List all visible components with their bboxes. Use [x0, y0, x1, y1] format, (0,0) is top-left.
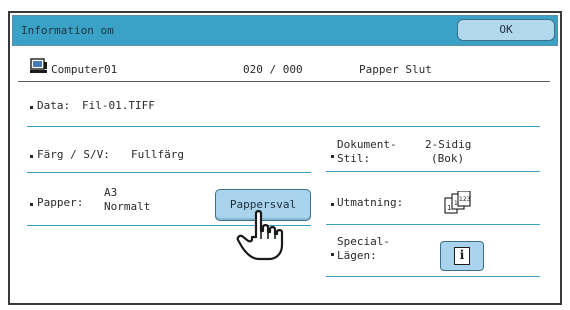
divider — [27, 172, 311, 173]
svg-text:1: 1 — [447, 204, 451, 212]
computer-icon — [30, 58, 47, 73]
color-mode-value: Fullfärg — [131, 148, 184, 161]
bullet — [30, 106, 33, 109]
divider — [27, 126, 540, 127]
output-label: Utmatning: — [337, 196, 404, 209]
divider — [326, 171, 540, 172]
special-modes-label-line1: Special- — [337, 235, 390, 248]
info-icon: i — [454, 247, 470, 265]
document-style-label-line1: Dokument- — [337, 138, 397, 151]
special-modes-info-button[interactable]: i — [440, 241, 484, 271]
job-count: 020 / 000 — [243, 63, 303, 76]
ok-button[interactable]: OK — [457, 19, 555, 41]
document-style-value-line2: (Bok) — [431, 152, 465, 165]
dialog-title: Information om — [21, 24, 114, 37]
status-message: Papper Slut — [359, 63, 432, 76]
paper-label: Papper: — [37, 196, 84, 209]
paper-type: Normalt — [104, 200, 151, 213]
divider — [326, 224, 540, 225]
output-sort-icon: 1 12 123 — [444, 191, 471, 214]
hand-pointer-icon — [236, 210, 284, 261]
title-bar: Information om OK — [12, 15, 558, 46]
document-style-label-line2: Stil: — [337, 152, 371, 165]
bullet — [331, 253, 334, 256]
divider — [18, 81, 550, 82]
document-style-value-line1: 2-Sidig — [425, 138, 472, 151]
special-modes-label-line2: Lägen: — [337, 249, 377, 262]
data-value: Fil-01.TIFF — [82, 99, 155, 112]
info-dialog: Information om OK Computer01 020 / 000 P… — [8, 11, 562, 305]
bullet — [30, 155, 33, 158]
paper-size: A3 — [104, 186, 118, 199]
bullet — [331, 203, 334, 206]
bullet — [331, 155, 334, 158]
computer-name: Computer01 — [51, 63, 118, 76]
color-mode-label: Färg / S/V: — [37, 148, 110, 161]
divider — [326, 276, 540, 277]
bullet — [30, 203, 33, 206]
data-label: Data: — [37, 99, 71, 112]
svg-text:123: 123 — [459, 196, 471, 203]
